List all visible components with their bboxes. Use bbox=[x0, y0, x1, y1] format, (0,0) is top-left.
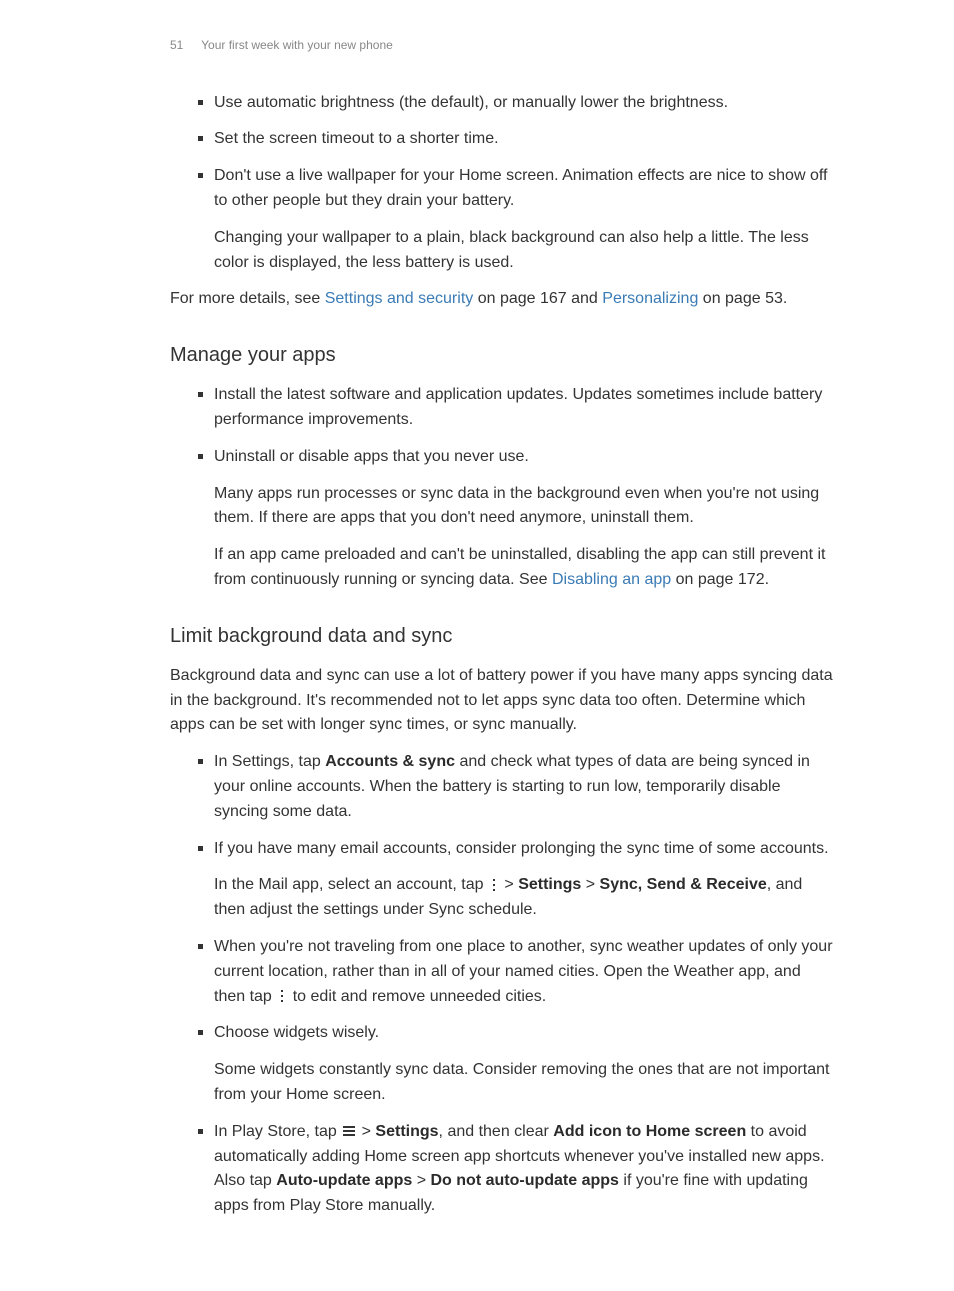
page-header: 51 Your first week with your new phone bbox=[170, 36, 834, 55]
tip-text: Choose widgets wisely. bbox=[214, 1021, 834, 1046]
text-run: > bbox=[581, 876, 599, 893]
list-item: Use automatic brightness (the default), … bbox=[214, 91, 834, 116]
text-run: For more details, see bbox=[170, 290, 325, 307]
text-run: In Play Store, tap bbox=[214, 1123, 341, 1140]
list-item: In Settings, tap Accounts & sync and che… bbox=[214, 750, 834, 824]
page-number: 51 bbox=[170, 36, 198, 55]
list-item: Install the latest software and applicat… bbox=[214, 383, 834, 433]
bold-label: Settings bbox=[375, 1123, 438, 1140]
hamburger-menu-icon bbox=[343, 1125, 355, 1137]
tips-list-display: Use automatic brightness (the default), … bbox=[214, 91, 834, 276]
text-run: on page 172. bbox=[671, 571, 769, 588]
section-heading-manage-apps: Manage your apps bbox=[170, 340, 834, 371]
tip-text: If you have many email accounts, conside… bbox=[214, 837, 834, 862]
list-item: Set the screen timeout to a shorter time… bbox=[214, 127, 834, 152]
tips-list-sync: In Settings, tap Accounts & sync and che… bbox=[214, 750, 834, 1219]
list-item: Uninstall or disable apps that you never… bbox=[214, 445, 834, 593]
text-run: In Settings, tap bbox=[214, 753, 325, 770]
list-item: Don't use a live wallpaper for your Home… bbox=[214, 164, 834, 275]
list-item: When you're not traveling from one place… bbox=[214, 935, 834, 1009]
tips-list-apps: Install the latest software and applicat… bbox=[214, 383, 834, 593]
document-page: 51 Your first week with your new phone U… bbox=[0, 0, 954, 1291]
text-run: In the Mail app, select an account, tap bbox=[214, 876, 488, 893]
list-item: In Play Store, tap > Settings, and then … bbox=[214, 1120, 834, 1219]
breadcrumb: Your first week with your new phone bbox=[201, 38, 393, 52]
text-run: > bbox=[412, 1172, 430, 1189]
text-run: > bbox=[357, 1123, 375, 1140]
text-run: > bbox=[500, 876, 518, 893]
text-run: on page 167 and bbox=[473, 290, 602, 307]
more-vert-icon bbox=[278, 989, 286, 1003]
tip-text: Use automatic brightness (the default), … bbox=[214, 91, 834, 116]
section-heading-limit-sync: Limit background data and sync bbox=[170, 621, 834, 652]
text-run: on page 53. bbox=[698, 290, 787, 307]
tip-text: Install the latest software and applicat… bbox=[214, 383, 834, 433]
settings-security-link[interactable]: Settings and security bbox=[325, 290, 474, 307]
tip-text: Uninstall or disable apps that you never… bbox=[214, 445, 834, 470]
tip-text: When you're not traveling from one place… bbox=[214, 935, 834, 1009]
tip-subtext: If an app came preloaded and can't be un… bbox=[214, 543, 834, 593]
personalizing-link[interactable]: Personalizing bbox=[602, 290, 698, 307]
list-item: If you have many email accounts, conside… bbox=[214, 837, 834, 923]
section-footer: For more details, see Settings and secur… bbox=[170, 287, 834, 312]
tip-subtext: Some widgets constantly sync data. Consi… bbox=[214, 1058, 834, 1108]
tip-text: In Play Store, tap > Settings, and then … bbox=[214, 1120, 834, 1219]
bold-label: Add icon to Home screen bbox=[553, 1123, 746, 1140]
tip-subtext: In the Mail app, select an account, tap … bbox=[214, 873, 834, 923]
bold-label: Auto-update apps bbox=[276, 1172, 412, 1189]
text-run: , and then clear bbox=[439, 1123, 554, 1140]
disabling-app-link[interactable]: Disabling an app bbox=[552, 571, 671, 588]
tip-text: Set the screen timeout to a shorter time… bbox=[214, 127, 834, 152]
text-run: to edit and remove unneeded cities. bbox=[288, 988, 546, 1005]
tip-text: In Settings, tap Accounts & sync and che… bbox=[214, 750, 834, 824]
bold-label: Accounts & sync bbox=[325, 753, 455, 770]
list-item: Choose widgets wisely. Some widgets cons… bbox=[214, 1021, 834, 1107]
tip-subtext: Changing your wallpaper to a plain, blac… bbox=[214, 226, 834, 276]
more-vert-icon bbox=[490, 878, 498, 892]
bold-label: Do not auto-update apps bbox=[431, 1172, 619, 1189]
bold-label: Sync, Send & Receive bbox=[600, 876, 767, 893]
tip-subtext: Many apps run processes or sync data in … bbox=[214, 482, 834, 532]
section-intro: Background data and sync can use a lot o… bbox=[170, 664, 834, 738]
bold-label: Settings bbox=[518, 876, 581, 893]
tip-text: Don't use a live wallpaper for your Home… bbox=[214, 164, 834, 214]
